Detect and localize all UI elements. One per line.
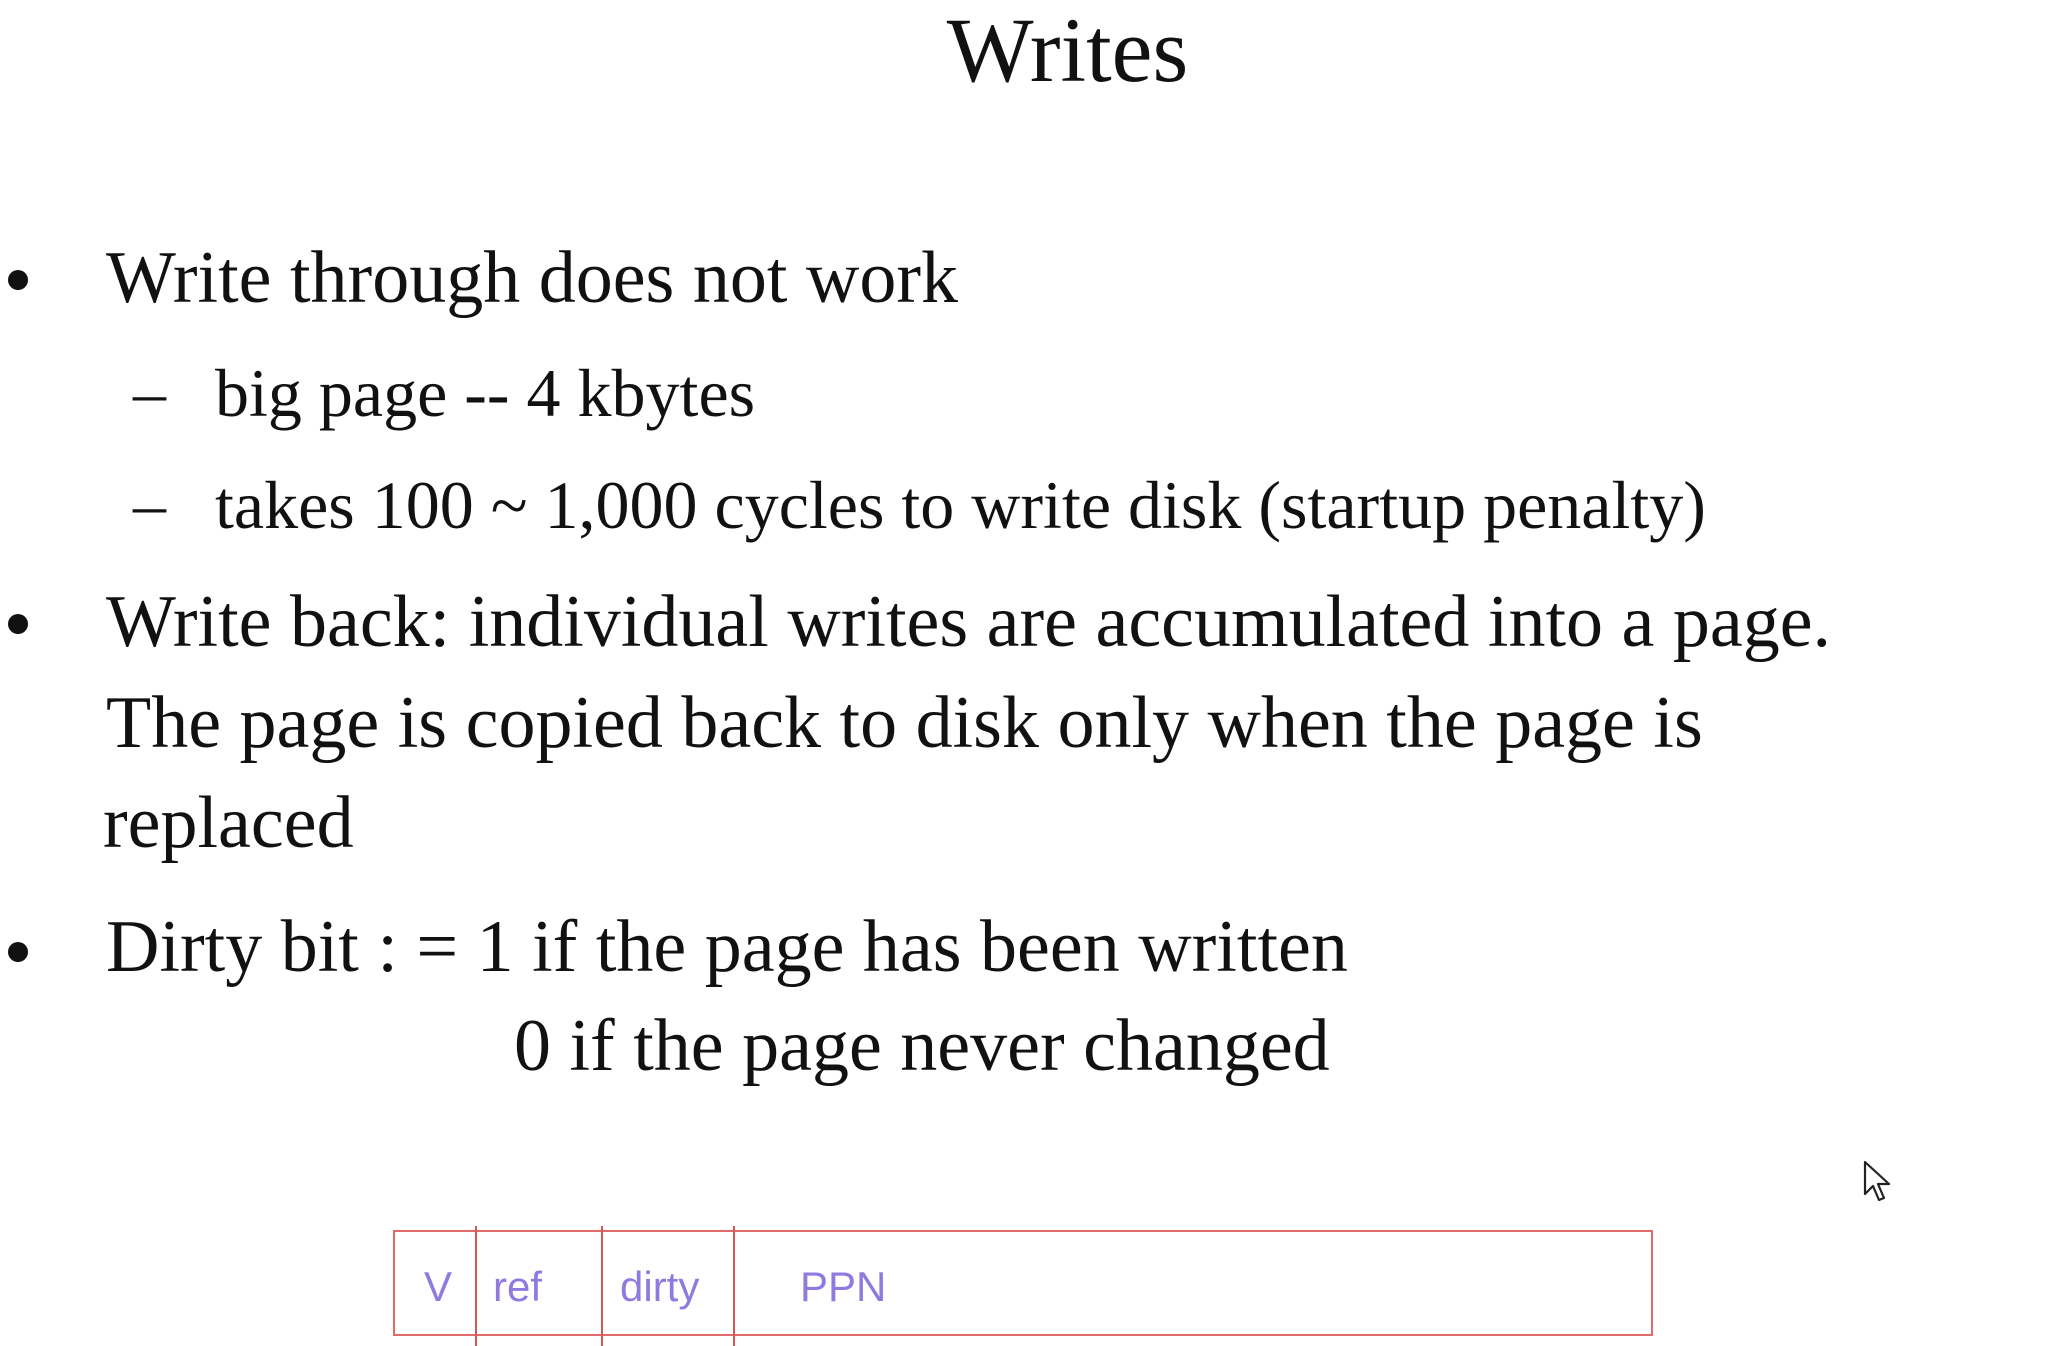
bullet-write-back-line-3: replaced [103,782,354,864]
sub-bullet-dash: – [133,468,166,541]
page-table-entry-box [393,1230,1653,1336]
bullet-write-through: Write through does not work [106,237,958,319]
pte-field-dirty: dirty [620,1263,700,1310]
bullet-write-back-line-1: Write back: individual writes are accumu… [106,581,1832,663]
bullet-dirty-bit-line-1: Dirty bit : = 1 if the page has been wri… [106,906,1348,988]
bullet-dot [8,614,28,634]
slide-title: Writes [946,0,1189,101]
pte-field-ppn: PPN [800,1263,887,1310]
pte-field-valid: V [424,1263,453,1310]
bullet-dot [8,942,28,962]
pte-field-ref: ref [493,1263,543,1310]
bullet-dot [8,270,28,290]
pte-divider [733,1226,735,1346]
pte-divider [475,1226,477,1346]
slide: Writes Write through does not work – big… [0,0,2070,1346]
mouse-pointer-icon [1863,1160,1891,1202]
sub-bullet-big-page: big page -- 4 kbytes [215,355,756,431]
bullet-dirty-bit-line-2: 0 if the page never changed [514,1005,1330,1087]
bullet-write-back-line-2: The page is copied back to disk only whe… [106,682,1703,764]
sub-bullet-dash: – [133,356,166,429]
pte-divider [601,1226,603,1346]
sub-bullet-cycles: takes 100 ~ 1,000 cycles to write disk (… [215,467,1706,543]
